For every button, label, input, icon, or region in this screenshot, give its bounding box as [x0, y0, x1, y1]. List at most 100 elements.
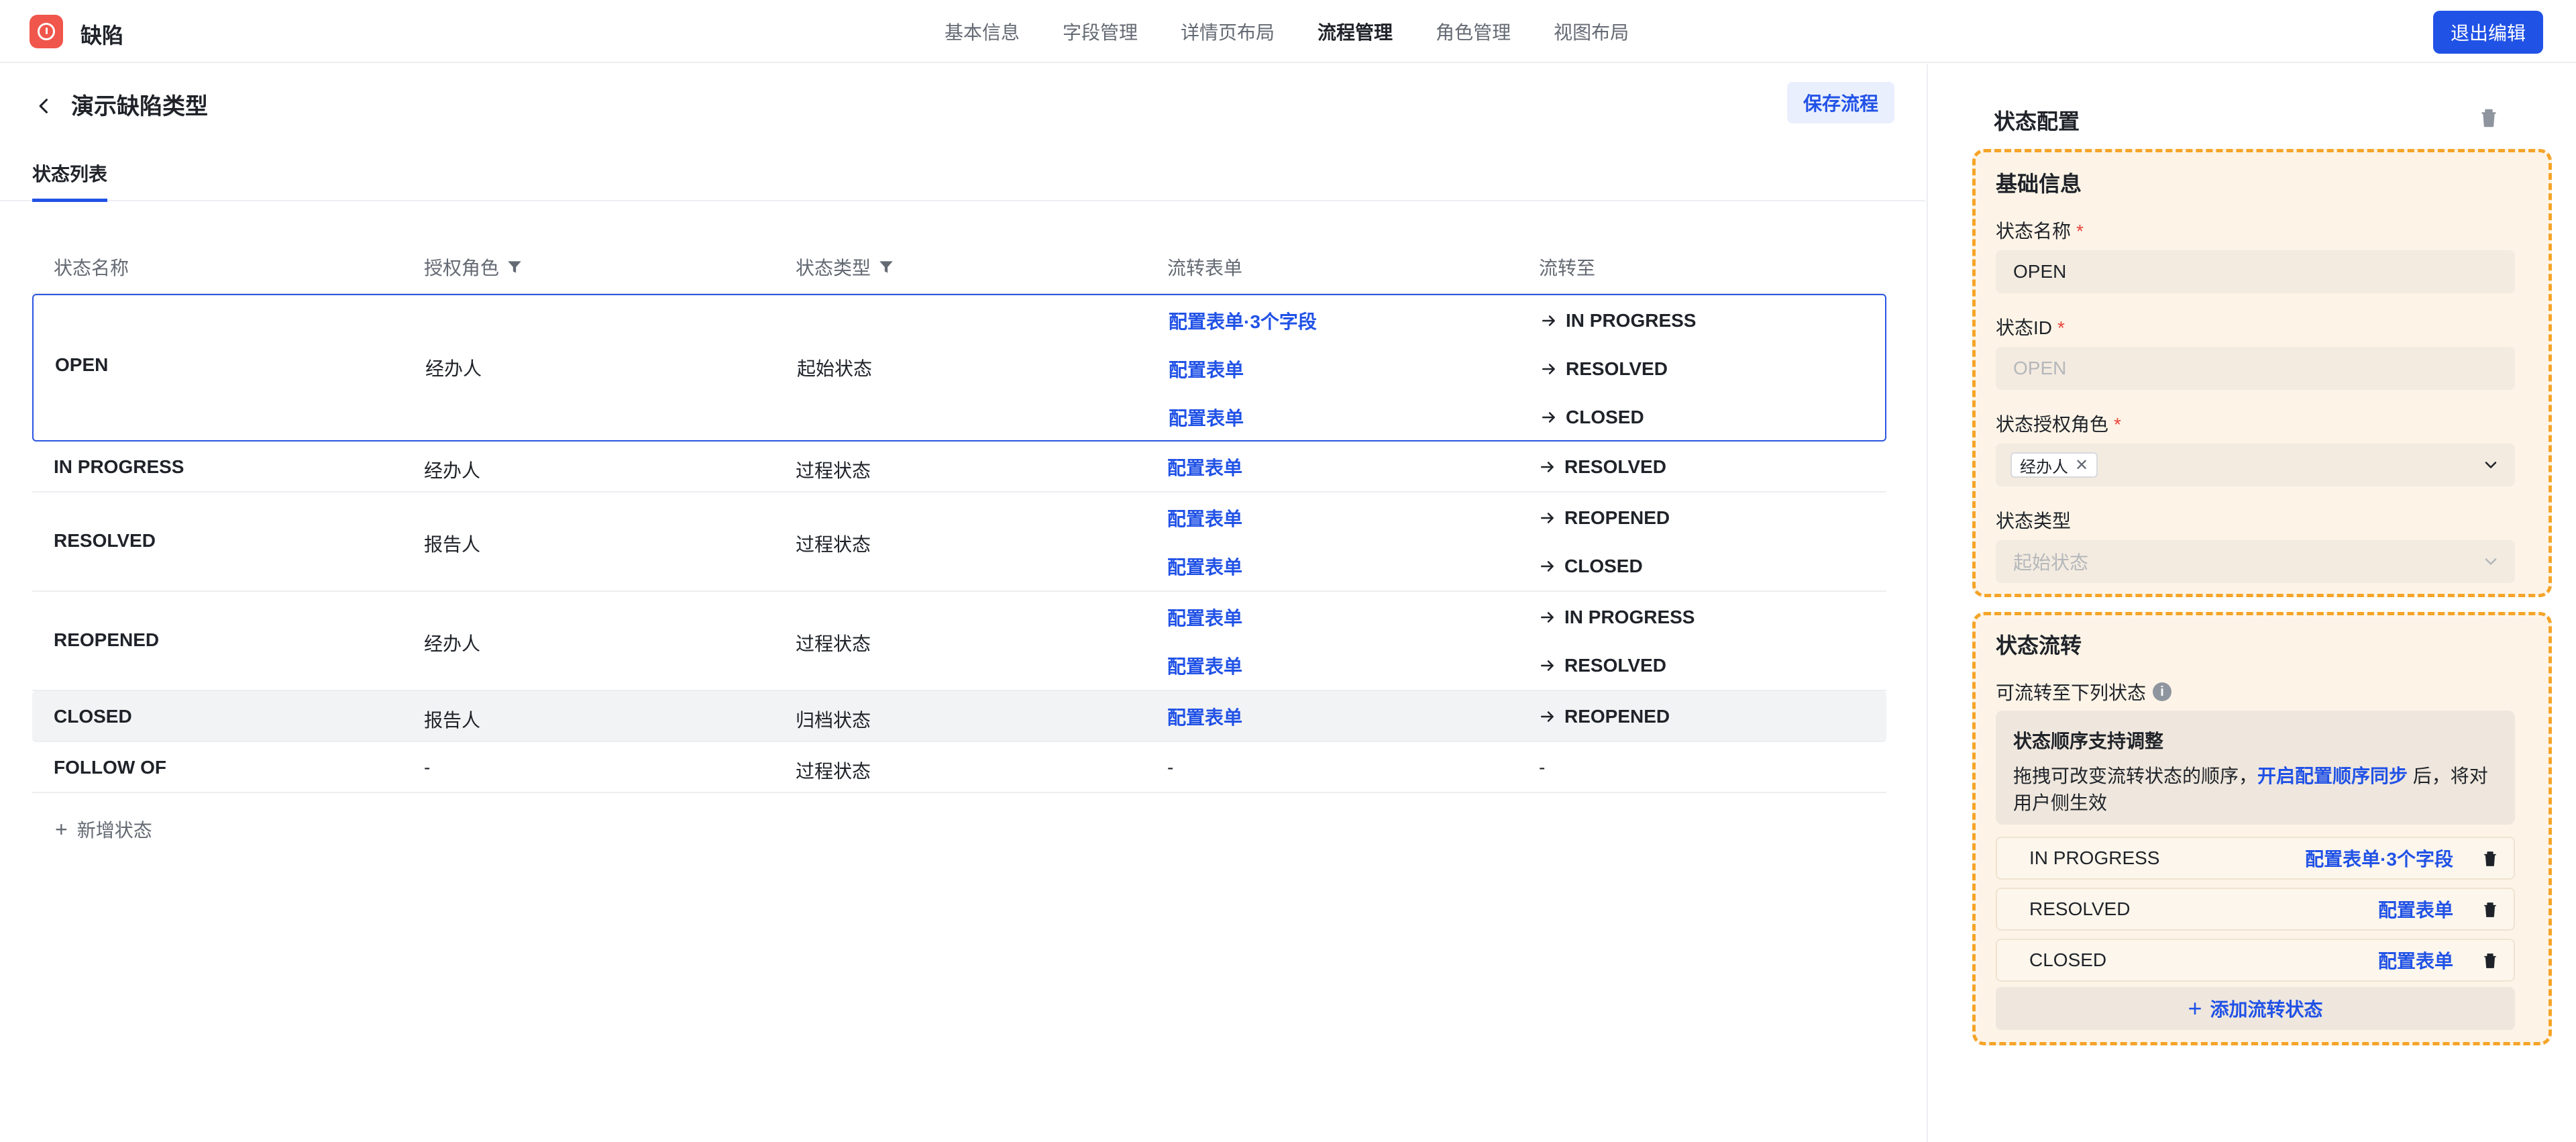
configure-form-link[interactable]: 配置表单 [1167, 703, 1242, 730]
configure-form-link[interactable]: 配置表单 [2378, 947, 2453, 974]
flow-item-name: CLOSED [2029, 949, 2107, 970]
add-flow-state-label: 添加流转状态 [2210, 999, 2323, 1020]
table-row-follow-of[interactable]: FOLLOW OF - 过程状态 - - [32, 742, 1886, 793]
state-name-input[interactable]: OPEN [1996, 250, 2515, 293]
tab-state-list[interactable]: 状态列表 [32, 160, 108, 202]
state-type-label: 状态类型 [1996, 511, 2072, 531]
flow-item[interactable]: RESOLVED 配置表单 [1996, 888, 2515, 931]
state-role-label: 状态授权角色 * [1996, 414, 2121, 435]
main-content: 演示缺陷类型 保存流程 状态列表 状态名称 授权角色 状态类型 流转表单 流转至… [0, 64, 1925, 1142]
flow-form-list: 配置表单 [1167, 443, 1242, 491]
flow-target: CLOSED [1566, 407, 1644, 427]
configure-form-link[interactable]: 配置表单 [1167, 553, 1242, 580]
chevron-down-icon [2485, 462, 2497, 468]
state-name: IN PROGRESS [54, 456, 184, 477]
basic-info-section: 基础信息 状态名称 * OPEN 状态ID * OPEN 状态授权角色 * 经办人 ✕… [1972, 149, 2552, 597]
trash-icon[interactable] [2480, 849, 2500, 869]
state-name: REOPENED [54, 629, 160, 650]
state-table: 状态名称 授权角色 状态类型 流转表单 流转至 OPEN 经办人 起始状态 配置… [32, 240, 1886, 793]
table-row-closed[interactable]: CLOSED 报告人 归档状态 配置表单 REOPENED [32, 691, 1886, 742]
save-workflow-button[interactable]: 保存流程 [1787, 82, 1894, 123]
state-type: 过程状态 [796, 633, 871, 654]
flow-target: CLOSED [1564, 556, 1643, 576]
role-chip: 经办人 ✕ [2010, 452, 2098, 478]
enable-order-sync-link[interactable]: 开启配置顺序同步 [2257, 766, 2408, 786]
section-title-state-flow: 状态流转 [1996, 633, 2082, 658]
trash-icon[interactable] [2480, 900, 2500, 920]
state-role: 报告人 [424, 534, 481, 555]
arrow-right-icon [1542, 315, 1555, 326]
nav-item-field-management[interactable]: 字段管理 [1063, 18, 1138, 45]
info-icon[interactable]: i [2153, 682, 2172, 701]
arrow-right-icon [1542, 364, 1555, 374]
state-role-select[interactable]: 经办人 ✕ [1996, 444, 2515, 486]
flow-form-empty: - [1167, 757, 1174, 778]
state-type: 归档状态 [796, 710, 871, 731]
column-header-flow-to: 流转至 [1539, 258, 1596, 278]
nav-item-basic-info[interactable]: 基本信息 [945, 18, 1020, 45]
state-name: CLOSED [54, 706, 132, 727]
arrow-right-icon [1542, 412, 1555, 423]
flow-target: REOPENED [1564, 507, 1670, 528]
state-type: 过程状态 [796, 534, 871, 555]
configure-form-link[interactable]: 配置表单 [1167, 604, 1242, 631]
configure-form-link[interactable]: 配置表单·3个字段 [1169, 307, 1317, 334]
arrow-right-icon [1541, 513, 1554, 523]
flow-form-list: 配置表单 配置表单 [1167, 593, 1242, 690]
configure-form-link[interactable]: 配置表单 [1167, 454, 1242, 480]
table-row-open[interactable]: OPEN 经办人 起始状态 配置表单·3个字段 配置表单 配置表单 IN PRO… [32, 294, 1886, 442]
flow-target: RESOLVED [1564, 655, 1666, 676]
trash-icon[interactable] [2477, 106, 2501, 130]
tab-bar: 状态列表 [0, 154, 1925, 202]
flow-to-empty: - [1539, 757, 1546, 778]
arrow-right-icon [1541, 612, 1554, 623]
flow-item[interactable]: CLOSED 配置表单 [1996, 939, 2515, 982]
column-header-state-type: 状态类型 [796, 254, 895, 280]
configure-form-link[interactable]: 配置表单·3个字段 [2305, 845, 2453, 872]
state-type-select: 起始状态 [1996, 540, 2515, 583]
back-arrow-icon[interactable] [32, 94, 56, 118]
trash-icon[interactable] [2480, 951, 2500, 971]
configure-form-link[interactable]: 配置表单 [1167, 652, 1242, 679]
nav-item-view-layout[interactable]: 视图布局 [1554, 18, 1629, 45]
arrow-right-icon [1541, 462, 1554, 472]
column-header-flow-form: 流转表单 [1167, 258, 1243, 278]
add-flow-state-button[interactable]: + 添加流转状态 [1996, 987, 2515, 1030]
app-title: 缺陷 [80, 23, 124, 48]
state-id-label: 状态ID * [1996, 317, 2065, 338]
table-row-resolved[interactable]: RESOLVED 报告人 过程状态 配置表单 配置表单 REOPENED CLO… [32, 492, 1886, 592]
nav-item-detail-layout[interactable]: 详情页布局 [1181, 18, 1275, 45]
order-notice: 状态顺序支持调整 拖拽可改变流转状态的顺序，开启配置顺序同步 后，将对用户侧生效 [1996, 711, 2515, 825]
state-type: 起始状态 [797, 358, 873, 379]
flow-to-list: IN PROGRESS RESOLVED CLOSED [1540, 297, 1696, 442]
configure-form-link[interactable]: 配置表单 [1169, 404, 1244, 431]
table-header: 状态名称 授权角色 状态类型 流转表单 流转至 [32, 240, 1886, 294]
exit-edit-button[interactable]: 退出编辑 [2433, 11, 2543, 54]
close-icon[interactable]: ✕ [2075, 456, 2088, 475]
state-type: 过程状态 [796, 761, 871, 782]
flow-target: RESOLVED [1564, 456, 1666, 477]
flow-item[interactable]: IN PROGRESS 配置表单·3个字段 [1996, 837, 2515, 880]
add-state-button[interactable]: + 新增状态 [55, 816, 152, 843]
top-nav: 基本信息 字段管理 详情页布局 流程管理 角色管理 视图布局 [945, 0, 1672, 63]
top-bar: 缺陷 基本信息 字段管理 详情页布局 流程管理 角色管理 视图布局 退出编辑 [0, 0, 2576, 63]
table-row-reopened[interactable]: REOPENED 经办人 过程状态 配置表单 配置表单 IN PROGRESS … [32, 592, 1886, 691]
flow-form-list: 配置表单 [1167, 692, 1242, 741]
filter-icon[interactable] [506, 258, 523, 276]
column-header-state-name: 状态名称 [54, 258, 129, 278]
arrow-right-icon [1541, 711, 1554, 722]
flow-item-name: RESOLVED [2029, 898, 2131, 919]
configure-form-link[interactable]: 配置表单 [1169, 356, 1244, 382]
table-row-in-progress[interactable]: IN PROGRESS 经办人 过程状态 配置表单 RESOLVED [32, 442, 1886, 492]
state-name: OPEN [55, 354, 109, 375]
nav-item-workflow-management[interactable]: 流程管理 [1318, 18, 1393, 45]
flow-target: IN PROGRESS [1566, 310, 1697, 331]
configure-form-link[interactable]: 配置表单 [1167, 505, 1242, 531]
configure-form-link[interactable]: 配置表单 [2378, 896, 2453, 923]
filter-icon[interactable] [877, 258, 895, 276]
state-name: FOLLOW OF [54, 757, 166, 778]
flow-item-name: IN PROGRESS [2029, 847, 2160, 868]
nav-item-role-management[interactable]: 角色管理 [1436, 18, 1511, 45]
plus-icon: + [55, 817, 68, 841]
flow-targets-label: 可流转至下列状态 i [1996, 678, 2172, 705]
